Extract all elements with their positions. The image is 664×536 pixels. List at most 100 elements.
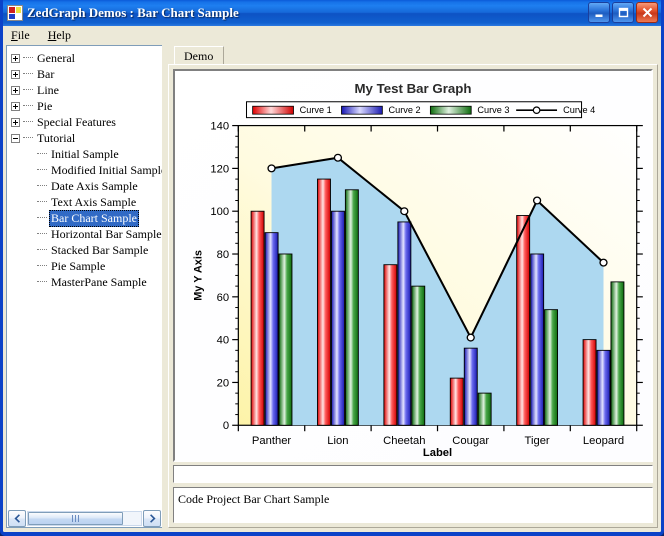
tree-node-label: Date Axis Sample [51, 178, 138, 193]
y-tick-label: 60 [217, 292, 229, 304]
bar-cougar-curve-2[interactable] [463, 347, 478, 426]
bar-cougar-curve-3[interactable] [477, 392, 492, 426]
tab-strip: Demo [168, 45, 658, 64]
bar-leopard-curve-2[interactable] [596, 349, 611, 426]
tree-node-pie[interactable]: Pie [11, 98, 162, 114]
tree-connector [37, 249, 47, 251]
tree-node-label: Tutorial [37, 130, 76, 145]
sample-tree[interactable]: General Bar Line Pie Special Features Tu… [7, 46, 162, 510]
tree-node-label: Pie [37, 98, 53, 113]
minimize-button[interactable] [588, 2, 610, 23]
tree-node-label: Line [37, 82, 59, 97]
y-tick-label: 140 [210, 121, 229, 133]
scroll-thumb[interactable] [28, 511, 123, 525]
tree-node-date-axis-sample[interactable]: Date Axis Sample [11, 178, 162, 194]
curve-4-marker-tiger[interactable] [532, 196, 542, 205]
tab-panel-demo: My Test Bar Graph Curve 1 Curve 2 Curve … [168, 64, 658, 528]
zedgraph-control[interactable]: My Test Bar Graph Curve 1 Curve 2 Curve … [173, 69, 653, 462]
scroll-right-button[interactable] [143, 509, 161, 527]
bar-chart[interactable]: My Test Bar Graph Curve 1 Curve 2 Curve … [175, 71, 651, 460]
tree-node-line[interactable]: Line [11, 82, 162, 98]
menu-item-help[interactable]: Help [48, 28, 71, 43]
tree-connector [37, 233, 47, 235]
x-tick-label-cougar: Cougar [452, 435, 489, 447]
tree-node-horizontal-bar-sample[interactable]: Horizontal Bar Sample [11, 226, 162, 242]
tree-connector [37, 201, 47, 203]
tree-node-special-features[interactable]: Special Features [11, 114, 162, 130]
x-tick-label-leopard: Leopard [583, 435, 624, 447]
collapse-minus-icon[interactable] [11, 133, 20, 143]
expand-plus-icon[interactable] [11, 53, 20, 63]
tree-node-modified-initial-sample[interactable]: Modified Initial Sample [11, 162, 162, 178]
app-window: ZedGraph Demos : Bar Chart Sample File H… [0, 0, 664, 536]
title-bar: ZedGraph Demos : Bar Chart Sample [3, 0, 661, 26]
bar-leopard-curve-3[interactable] [610, 281, 625, 426]
bar-leopard-curve-1[interactable] [582, 339, 597, 426]
bar-tiger-curve-1[interactable] [516, 215, 531, 426]
bar-panther-curve-1[interactable] [250, 210, 265, 426]
x-tick-label-panther: Panther [252, 435, 292, 447]
bar-panther-curve-2[interactable] [264, 232, 279, 426]
tree-node-general[interactable]: General [11, 50, 162, 66]
tree-node-tutorial[interactable]: Tutorial [11, 130, 162, 146]
legend-label-curve-4: Curve 4 [563, 105, 595, 115]
x-axis-title: Label [423, 447, 452, 459]
tree-node-stacked-bar-sample[interactable]: Stacked Bar Sample [11, 242, 162, 258]
tree-node-initial-sample[interactable]: Initial Sample [11, 146, 162, 162]
bar-cheetah-curve-3[interactable] [411, 285, 426, 426]
tree-connector [37, 281, 47, 283]
tree-node-bar[interactable]: Bar [11, 66, 162, 82]
bar-tiger-curve-2[interactable] [530, 253, 545, 426]
bar-lion-curve-1[interactable] [317, 178, 331, 426]
graph-info-field[interactable] [173, 465, 653, 483]
client-area: General Bar Line Pie Special Features Tu… [6, 45, 658, 528]
bar-cougar-curve-1[interactable] [449, 377, 464, 426]
y-tick-label: 120 [210, 163, 229, 175]
bar-panther-curve-3[interactable] [278, 253, 293, 426]
bar-lion-curve-2[interactable] [331, 210, 345, 426]
scroll-grip-icon [71, 514, 79, 522]
tree-connector [37, 265, 47, 267]
expand-plus-icon[interactable] [11, 101, 20, 111]
curve-4-marker-leopard[interactable] [599, 258, 608, 267]
tree-node-label: Initial Sample [51, 146, 119, 161]
curve-4-marker-panther[interactable] [267, 164, 276, 173]
tree-node-bar-chart-sample[interactable]: Bar Chart Sample [11, 209, 162, 227]
bar-tiger-curve-3[interactable] [544, 309, 558, 426]
menu-bar: File Help [3, 26, 661, 46]
expand-plus-icon[interactable] [11, 69, 20, 79]
bar-lion-curve-3[interactable] [344, 189, 359, 426]
tree-node-label: Pie Sample [51, 258, 106, 273]
tree-node-masterpane-sample[interactable]: MasterPane Sample [11, 274, 162, 290]
bar-cheetah-curve-1[interactable] [383, 264, 398, 426]
tree-node-pie-sample[interactable]: Pie Sample [11, 258, 162, 274]
chevron-right-icon [149, 513, 156, 523]
close-button[interactable] [636, 2, 658, 23]
scroll-left-button[interactable] [8, 509, 26, 527]
maximize-button[interactable] [612, 2, 634, 23]
legend-label-curve-3: Curve 3 [477, 105, 509, 115]
expand-plus-icon[interactable] [11, 117, 20, 127]
menu-item-file-rest: ile [17, 28, 30, 42]
y-tick-label: 20 [217, 378, 229, 390]
bar-cheetah-curve-2[interactable] [397, 221, 412, 426]
tree-node-text-axis-sample[interactable]: Text Axis Sample [11, 194, 162, 210]
curve-4-marker-cougar[interactable] [466, 333, 475, 342]
legend-swatch-curve-1 [252, 105, 294, 115]
expand-plus-icon[interactable] [11, 85, 20, 95]
tree-connector [23, 137, 33, 139]
tree-node-label: Modified Initial Sample [51, 162, 162, 177]
tree-connector [37, 185, 47, 187]
tree-node-label: Stacked Bar Sample [51, 242, 149, 257]
menu-item-file[interactable]: File [11, 28, 30, 43]
minimize-icon [595, 14, 603, 17]
curve-4-marker-cheetah[interactable] [400, 207, 409, 216]
content-pane: Demo My Test Bar Graph Curve 1 Curve 2 C… [162, 45, 658, 528]
menu-item-help-rest: elp [56, 28, 72, 42]
tab-demo[interactable]: Demo [174, 46, 225, 64]
scroll-track[interactable] [27, 510, 142, 526]
status-bar: Code Project Bar Chart Sample [173, 487, 653, 523]
tree-horizontal-scrollbar[interactable] [7, 509, 162, 527]
app-grid-icon [7, 5, 23, 21]
curve-4-marker-lion[interactable] [333, 153, 343, 162]
